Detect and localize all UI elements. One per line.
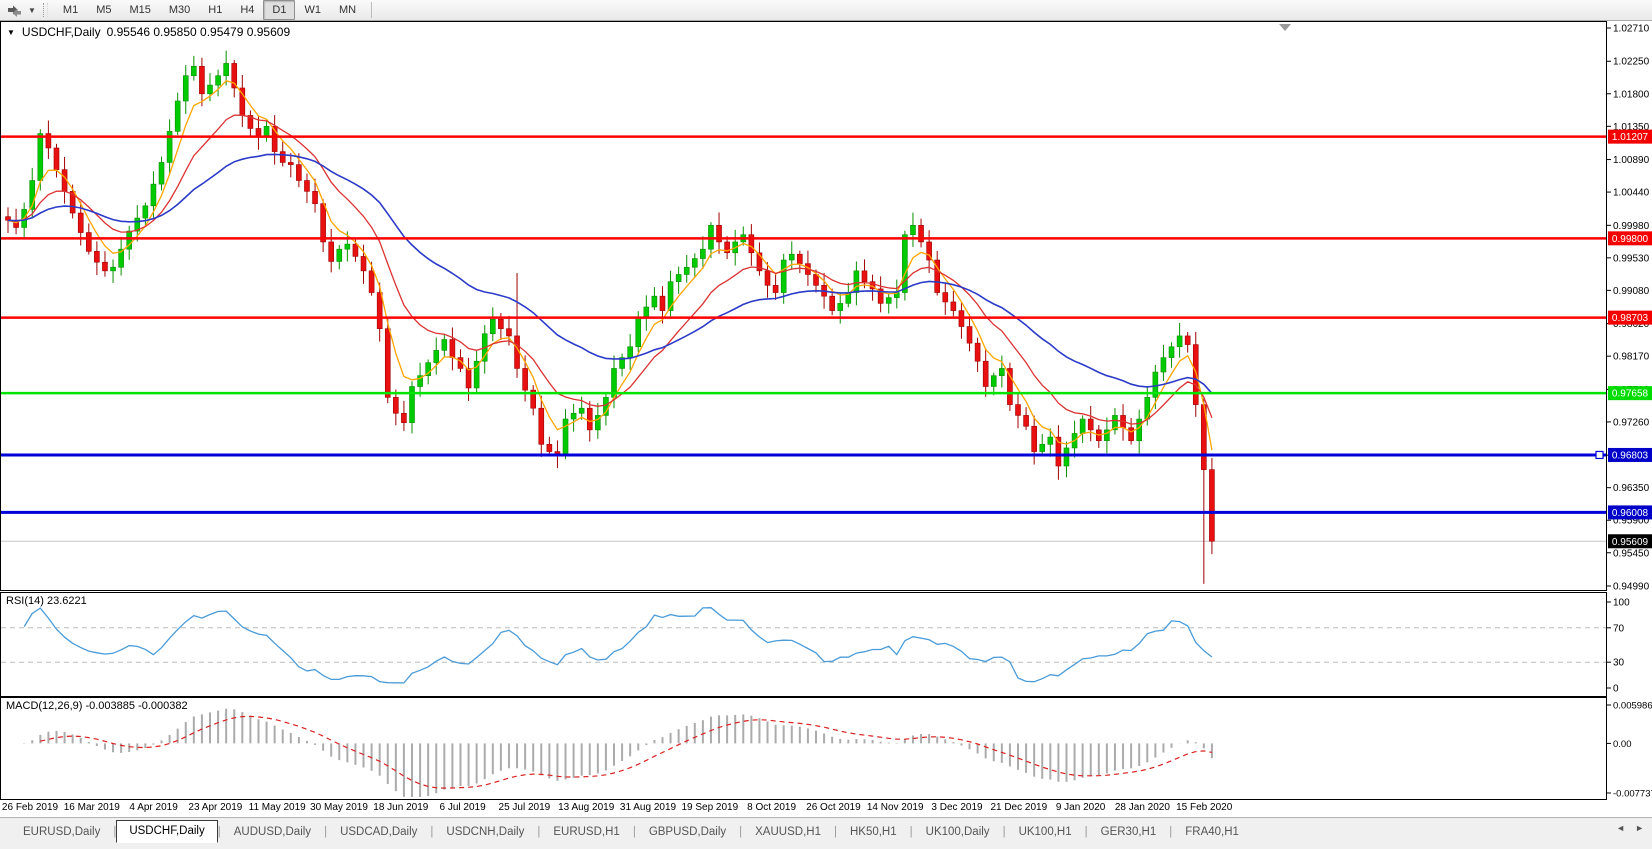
y-axis-tick: 0.97260 <box>1613 417 1650 428</box>
status-bar <box>0 843 1652 849</box>
timeframe-button-w1[interactable]: W1 <box>295 0 330 20</box>
y-axis-tick: 1.00890 <box>1613 155 1650 166</box>
x-axis-label: 31 Aug 2019 <box>620 802 676 813</box>
svg-text:0.95609: 0.95609 <box>1612 537 1649 548</box>
toolbar-grip[interactable] <box>43 3 48 17</box>
chart-tab-ger30-h1[interactable]: GER30,H1 <box>1088 822 1170 843</box>
rsi-axis-tick: 30 <box>1613 658 1625 669</box>
x-axis-label: 4 Apr 2019 <box>129 802 177 813</box>
x-axis-label: 16 Mar 2019 <box>64 802 120 813</box>
tab-scroll-left-button[interactable]: ◄ <box>1616 823 1625 833</box>
line-handle <box>1596 451 1603 458</box>
rsi-label: RSI(14) 23.6221 <box>6 595 87 607</box>
top-toolbar: ▼ M1M5M15M30H1H4D1W1MN <box>0 0 1652 21</box>
chart-tab-audusd-daily[interactable]: AUDUSD,Daily <box>221 822 324 843</box>
timeframe-button-h4[interactable]: H4 <box>231 0 263 20</box>
chart-tab-eurusd-h1[interactable]: EURUSD,H1 <box>540 822 632 843</box>
x-axis-label: 18 Jun 2019 <box>373 802 428 813</box>
timeframe-button-m15[interactable]: M15 <box>120 0 159 20</box>
y-axis-tick: 0.99080 <box>1613 286 1650 297</box>
x-axis-label: 9 Jan 2020 <box>1056 802 1106 813</box>
chart-tab-eurusd-daily[interactable]: EURUSD,Daily <box>10 822 113 843</box>
x-axis-label: 21 Dec 2019 <box>990 802 1047 813</box>
main-chart-panel[interactable]: 1.027101.022501.018001.013501.008901.004… <box>0 21 1652 592</box>
x-axis-label: 15 Feb 2020 <box>1176 802 1232 813</box>
ohlc-values: 0.95546 0.95850 0.95479 0.95609 <box>107 25 291 39</box>
rsi-chart[interactable]: 100 70 30 0 <box>0 592 1652 697</box>
chart-tab-uk100-daily[interactable]: UK100,Daily <box>913 822 1003 843</box>
rsi-axis-tick: 70 <box>1613 623 1625 634</box>
chart-tab-gbpusd-daily[interactable]: GBPUSD,Daily <box>636 822 739 843</box>
title-dropdown-icon[interactable]: ▼ <box>7 28 15 37</box>
x-axis-label: 14 Nov 2019 <box>867 802 924 813</box>
y-axis-tick: 1.02250 <box>1613 57 1650 68</box>
x-axis-label: 25 Jul 2019 <box>499 802 551 813</box>
chart-tab-fra40-h1[interactable]: FRA40,H1 <box>1172 822 1252 843</box>
timeframe-button-d1[interactable]: D1 <box>263 0 295 20</box>
tab-scroll-buttons: ◄ ► <box>1616 823 1644 833</box>
rsi-axis-tick: 0 <box>1613 684 1619 695</box>
timeframe-button-m30[interactable]: M30 <box>160 0 199 20</box>
x-axis-label: 26 Feb 2019 <box>2 802 58 813</box>
chart-title: ▼ USDCHF,Daily 0.95546 0.95850 0.95479 0… <box>7 25 290 39</box>
y-axis-tick: 0.96350 <box>1613 483 1650 494</box>
price-chart[interactable]: 1.027101.022501.018001.013501.008901.004… <box>0 21 1652 592</box>
timeframe-buttons: M1M5M15M30H1H4D1W1MN <box>54 0 365 20</box>
x-axis-label: 26 Oct 2019 <box>806 802 860 813</box>
chart-tab-xauusd-h1[interactable]: XAUUSD,H1 <box>742 822 834 843</box>
chart-tab-usdchf-daily[interactable]: USDCHF,Daily <box>116 820 217 843</box>
macd-axis-tick: 0.00 <box>1613 739 1632 750</box>
svg-text:0.96008: 0.96008 <box>1612 508 1649 519</box>
chart-tab-hk50-h1[interactable]: HK50,H1 <box>837 822 910 843</box>
rsi-indicator-panel[interactable]: 100 70 30 0 RSI(14) 23.6221 <box>0 592 1652 697</box>
x-axis-label: 3 Dec 2019 <box>931 802 982 813</box>
x-axis-label: 13 Aug 2019 <box>558 802 614 813</box>
y-axis-tick: 1.02710 <box>1613 24 1650 35</box>
timeframe-button-h1[interactable]: H1 <box>199 0 231 20</box>
svg-text:0.96803: 0.96803 <box>1612 450 1649 461</box>
time-axis[interactable]: 26 Feb 2019 16 Mar 2019 4 Apr 2019 23 Apr 2… <box>0 800 1652 817</box>
rsi-axis-tick: 100 <box>1613 598 1630 609</box>
svg-text:0.98703: 0.98703 <box>1612 313 1649 324</box>
chart-tab-usdcad-daily[interactable]: USDCAD,Daily <box>327 822 430 843</box>
y-axis-tick: 0.98170 <box>1613 352 1650 363</box>
y-axis-tick: 0.99980 <box>1613 221 1650 232</box>
x-axis-label: 28 Jan 2020 <box>1115 802 1170 813</box>
x-axis-label: 8 Oct 2019 <box>747 802 796 813</box>
svg-text:0.97658: 0.97658 <box>1612 389 1649 400</box>
toolbar-separator <box>371 2 372 18</box>
timeframe-button-m1[interactable]: M1 <box>54 0 87 20</box>
y-axis-tick: 0.99530 <box>1613 253 1650 264</box>
timeframe-button-mn[interactable]: MN <box>330 0 365 20</box>
y-axis-tick: 0.95450 <box>1613 548 1650 559</box>
timeframe-button-m5[interactable]: M5 <box>87 0 120 20</box>
svg-text:0.99800: 0.99800 <box>1612 234 1649 245</box>
cascade-arrows-icon <box>7 4 22 17</box>
symbol-period-label: USDCHF,Daily <box>22 25 101 39</box>
x-axis-label: 23 Apr 2019 <box>188 802 242 813</box>
chevron-down-icon[interactable]: ▼ <box>26 6 41 15</box>
macd-indicator-panel[interactable]: 0.005986 0.00 -0.007737 MACD(12,26,9) -0.0… <box>0 697 1652 800</box>
x-axis-label: 11 May 2019 <box>249 802 306 813</box>
y-axis-tick: 0.94990 <box>1613 582 1650 593</box>
svg-text:1.01207: 1.01207 <box>1612 132 1649 143</box>
macd-axis-tick: 0.005986 <box>1613 701 1652 712</box>
macd-chart[interactable]: 0.005986 0.00 -0.007737 <box>0 697 1652 800</box>
chart-tab-usdcnh-daily[interactable]: USDCNH,Daily <box>433 822 537 843</box>
chart-tabs-bar: EURUSD,Daily|USDCHF,Daily|AUDUSD,Daily|U… <box>0 817 1652 843</box>
x-axis-label: 19 Sep 2019 <box>681 802 738 813</box>
chart-windows-icon[interactable] <box>0 4 26 17</box>
y-axis-tick: 1.01800 <box>1613 89 1650 100</box>
tab-scroll-right-button[interactable]: ► <box>1635 823 1644 833</box>
macd-label: MACD(12,26,9) -0.003885 -0.000382 <box>6 700 188 712</box>
macd-axis-tick: -0.007737 <box>1613 789 1652 800</box>
chart-tab-uk100-h1[interactable]: UK100,H1 <box>1006 822 1085 843</box>
x-axis-label: 30 May 2019 <box>310 802 368 813</box>
y-axis-tick: 1.00440 <box>1613 188 1650 199</box>
x-axis-label: 6 Jul 2019 <box>440 802 486 813</box>
